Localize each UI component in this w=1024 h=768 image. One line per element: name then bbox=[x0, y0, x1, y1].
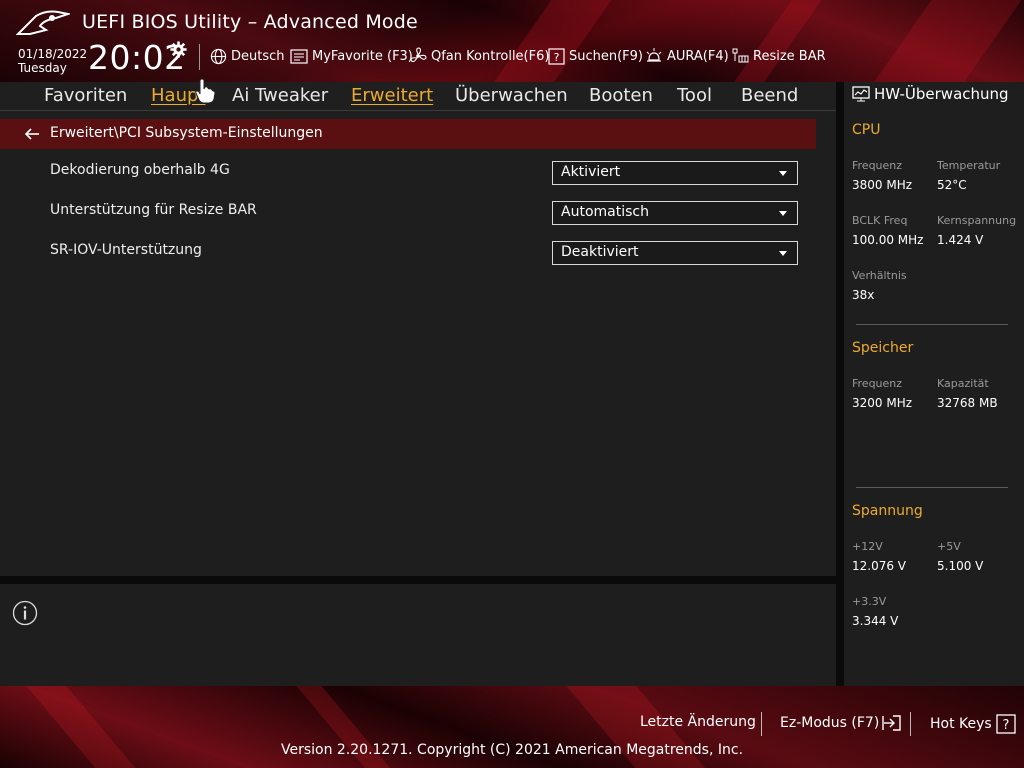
search-label: Suchen(F9) bbox=[569, 48, 644, 64]
exit-arrow-icon bbox=[882, 715, 901, 731]
footer-divider bbox=[761, 712, 762, 736]
cpu-freq-value: 3800 MHz bbox=[852, 178, 913, 192]
tab-tool[interactable]: Tool bbox=[677, 85, 712, 106]
chevron-down-icon bbox=[779, 211, 787, 216]
v33-label: +3.3V bbox=[852, 595, 887, 608]
tab-beend[interactable]: Beend bbox=[741, 85, 798, 106]
resize-bar-label: Resize BAR bbox=[753, 48, 826, 64]
svg-text:?: ? bbox=[554, 51, 560, 64]
footer-divider bbox=[910, 712, 911, 736]
tab-ueberwachen[interactable]: Überwachen bbox=[455, 85, 568, 106]
section-divider bbox=[856, 324, 1008, 325]
cpu-temp-value: 52°C bbox=[937, 178, 967, 192]
panel-divider bbox=[0, 576, 836, 584]
setting-label-sr-iov: SR-IOV-Unterstützung bbox=[50, 242, 202, 258]
myfavorite-label: MyFavorite (F3) bbox=[312, 48, 413, 64]
memory-heading: Speicher bbox=[852, 340, 914, 356]
ez-mode-button[interactable]: Ez-Modus (F7) bbox=[780, 714, 902, 732]
tab-booten[interactable]: Booten bbox=[589, 85, 653, 106]
footer-bar: Letzte Änderung Ez-Modus (F7) Hot Keys ?… bbox=[0, 686, 1024, 768]
hot-keys-label: Hot Keys bbox=[930, 716, 992, 732]
hw-divider bbox=[836, 82, 844, 686]
hand-cursor-icon bbox=[195, 78, 216, 104]
resize-bar-button[interactable]: Resize BAR bbox=[731, 46, 826, 66]
search-help-icon: ? bbox=[548, 47, 565, 65]
v12-label: +12V bbox=[852, 540, 883, 553]
resize-bar-icon bbox=[732, 48, 749, 63]
ratio-label: Verhältnis bbox=[852, 269, 907, 282]
select-value: Deaktiviert bbox=[561, 244, 639, 260]
tab-ai-tweaker[interactable]: Ai Tweaker bbox=[232, 85, 328, 106]
v33-value: 3.344 V bbox=[852, 614, 899, 628]
date-value: 01/18/2022 bbox=[18, 47, 88, 61]
qfan-button[interactable]: Qfan Kontrolle(F6) bbox=[409, 46, 549, 66]
chevron-down-icon bbox=[779, 251, 787, 256]
weekday-value: Tuesday bbox=[18, 61, 67, 75]
tab-erweitert[interactable]: Erweitert bbox=[351, 85, 433, 106]
sr-iov-support-select[interactable]: Deaktiviert bbox=[552, 241, 798, 265]
svg-text:?: ? bbox=[1002, 718, 1009, 733]
cpu-freq-label: Frequenz bbox=[852, 159, 903, 172]
setting-label-above-4g: Dekodierung oberhalb 4G bbox=[50, 162, 230, 178]
vcore-value: 1.424 V bbox=[937, 233, 984, 247]
language-label: Deutsch bbox=[231, 48, 285, 64]
v12-value: 12.076 V bbox=[852, 559, 907, 573]
breadcrumb-path: Erweitert\PCI Subsystem-Einstellungen bbox=[50, 125, 323, 141]
globe-icon bbox=[210, 48, 227, 64]
mem-cap-value: 32768 MB bbox=[937, 396, 998, 410]
main-menu-bar: Favoriten Haupt Ai Tweaker Erweitert Übe… bbox=[0, 82, 836, 111]
help-question-icon: ? bbox=[996, 714, 1016, 734]
rog-logo bbox=[16, 10, 70, 35]
section-divider bbox=[856, 487, 1008, 488]
above-4g-decoding-select[interactable]: Aktiviert bbox=[552, 161, 798, 185]
setting-label-resize-bar: Unterstützung für Resize BAR bbox=[50, 202, 257, 218]
header-bar: UEFI BIOS Utility – Advanced Mode 01/18/… bbox=[0, 0, 1024, 82]
chevron-down-icon bbox=[779, 171, 787, 176]
cpu-temp-label: Temperatur bbox=[937, 159, 1001, 172]
fan-icon bbox=[410, 47, 427, 63]
tab-favoriten[interactable]: Favoriten bbox=[44, 85, 127, 106]
aura-button[interactable]: AURA(F4) bbox=[645, 46, 729, 66]
v5-value: 5.100 V bbox=[937, 559, 984, 573]
bclk-label: BCLK Freq bbox=[852, 214, 908, 227]
bclk-value: 100.00 MHz bbox=[852, 233, 924, 247]
app-title: UEFI BIOS Utility – Advanced Mode bbox=[82, 11, 418, 33]
aura-label: AURA(F4) bbox=[667, 48, 729, 64]
ez-mode-label: Ez-Modus (F7) bbox=[780, 715, 880, 731]
header-divider bbox=[199, 44, 200, 70]
monitor-icon bbox=[852, 86, 870, 102]
back-arrow-icon[interactable] bbox=[24, 127, 40, 141]
v5-label: +5V bbox=[937, 540, 961, 553]
search-button[interactable]: ? Suchen(F9) bbox=[548, 46, 643, 66]
help-panel bbox=[0, 584, 836, 686]
settings-panel: Erweitert\PCI Subsystem-Einstellungen De… bbox=[0, 111, 836, 576]
vcore-label: Kernspannung bbox=[937, 214, 1017, 227]
ratio-value: 38x bbox=[852, 288, 875, 302]
info-icon bbox=[12, 600, 38, 626]
qfan-label: Qfan Kontrolle(F6) bbox=[431, 48, 550, 64]
last-change-button[interactable]: Letzte Änderung bbox=[640, 714, 756, 730]
aura-icon bbox=[646, 48, 662, 62]
hot-keys-button[interactable]: Hot Keys ? bbox=[930, 714, 1016, 734]
select-value: Aktiviert bbox=[561, 164, 621, 180]
language-button[interactable]: Deutsch bbox=[210, 46, 285, 66]
gear-icon[interactable] bbox=[170, 41, 187, 58]
mem-cap-label: Kapazität bbox=[937, 377, 989, 390]
myfavorite-icon bbox=[290, 48, 308, 64]
mem-freq-label: Frequenz bbox=[852, 377, 903, 390]
myfavorite-button[interactable]: MyFavorite (F3) bbox=[290, 46, 413, 66]
voltage-heading: Spannung bbox=[852, 503, 923, 519]
hw-title-text: HW-Überwachung bbox=[874, 85, 1009, 103]
hw-monitor-panel: HW-Überwachung CPU Frequenz Temperatur 3… bbox=[844, 82, 1024, 686]
select-value: Automatisch bbox=[561, 204, 649, 220]
resize-bar-support-select[interactable]: Automatisch bbox=[552, 201, 798, 225]
cpu-heading: CPU bbox=[852, 122, 881, 138]
hw-monitor-title: HW-Überwachung bbox=[852, 85, 1009, 103]
breadcrumb[interactable]: Erweitert\PCI Subsystem-Einstellungen bbox=[0, 119, 816, 149]
mem-freq-value: 3200 MHz bbox=[852, 396, 913, 410]
copyright-text: Version 2.20.1271. Copyright (C) 2021 Am… bbox=[280, 742, 744, 758]
date-display: 01/18/2022 Tuesday bbox=[18, 47, 87, 75]
